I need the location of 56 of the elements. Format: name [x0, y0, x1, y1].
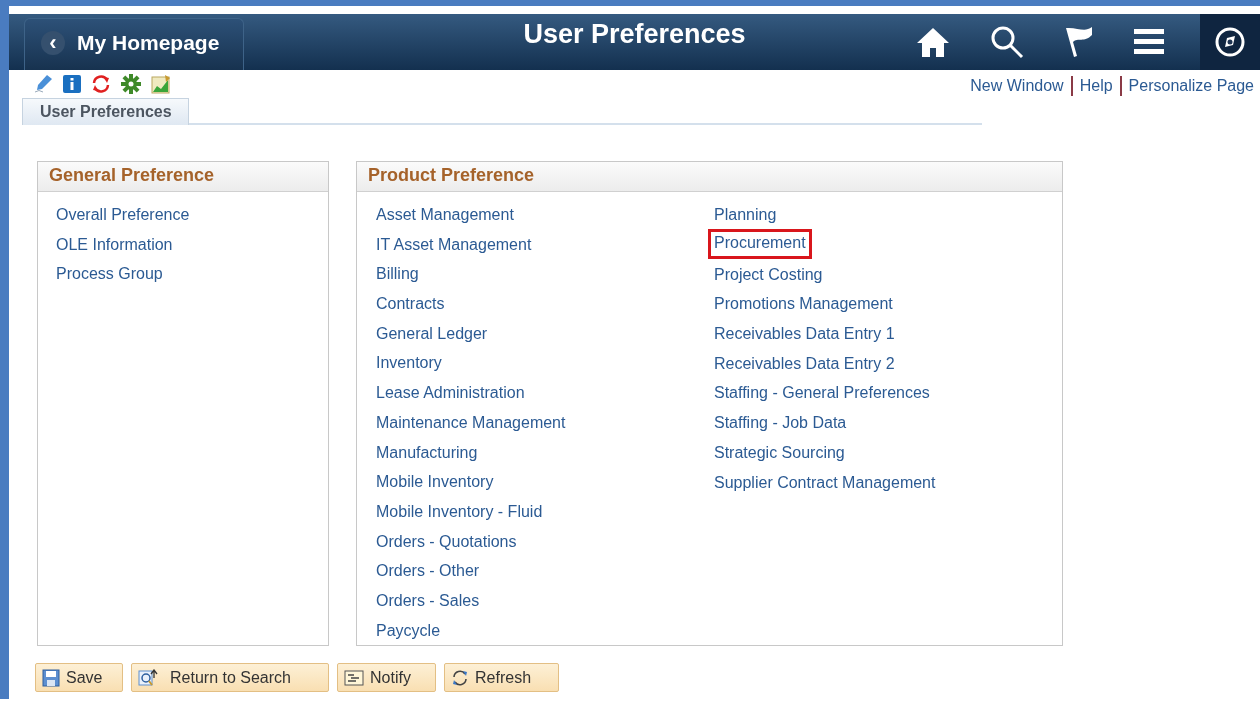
preference-link[interactable]: Procurement	[708, 228, 812, 259]
compass-icon[interactable]	[1214, 26, 1246, 58]
page-link[interactable]: New Window	[970, 77, 1064, 95]
page-link[interactable]: Personalize Page	[1128, 77, 1254, 95]
preference-link[interactable]: Strategic Sourcing	[708, 438, 851, 469]
return-button[interactable]: Return to Search	[131, 663, 329, 692]
preference-link[interactable]: Supplier Contract Management	[708, 468, 942, 499]
preference-link[interactable]: Billing	[370, 260, 425, 291]
tab[interactable]: User Preferences	[22, 98, 189, 125]
preference-link[interactable]: Asset Management	[370, 201, 520, 231]
panel-title: Product Preference	[357, 162, 1062, 192]
preference-link[interactable]: Overall Preference	[50, 201, 196, 231]
preference-link[interactable]: Receivables Data Entry 1	[708, 320, 901, 350]
preference-link[interactable]: Receivables Data Entry 2	[708, 349, 901, 380]
refresh-icon	[451, 668, 469, 687]
save-icon	[42, 668, 60, 687]
preference-link[interactable]: General Ledger	[370, 319, 494, 350]
preference-link[interactable]: Maintenance Management	[370, 408, 572, 439]
preference-link[interactable]: Planning	[708, 201, 783, 231]
preference-link[interactable]: Staffing - Job Data	[708, 409, 853, 439]
refresh-icon[interactable]	[91, 74, 111, 94]
back-button[interactable]: ‹ My Homepage	[24, 18, 244, 70]
home-icon[interactable]	[916, 26, 950, 58]
compass-button[interactable]	[1200, 14, 1260, 70]
notify-button[interactable]: Notify	[337, 663, 436, 692]
page-link[interactable]: Help	[1079, 77, 1113, 95]
refresh-button[interactable]: Refresh	[444, 663, 559, 692]
preference-link[interactable]: Paycycle	[370, 616, 447, 647]
gear-icon[interactable]	[121, 74, 141, 94]
preference-link[interactable]: IT Asset Management	[370, 230, 538, 261]
panel-title: General Preference	[38, 162, 328, 192]
preference-link[interactable]: Process Group	[50, 260, 169, 291]
preference-link[interactable]: OLE Information	[50, 230, 179, 261]
preference-link[interactable]: Mobile Inventory - Fluid	[370, 497, 549, 528]
preference-link[interactable]: Promotions Management	[708, 290, 899, 321]
preference-link[interactable]: Contracts	[370, 290, 451, 320]
search-icon	[138, 668, 158, 687]
pencil-icon[interactable]	[33, 74, 53, 94]
flag-icon[interactable]	[1064, 25, 1094, 59]
menu-icon[interactable]	[1134, 28, 1164, 56]
preference-link[interactable]: Orders - Other	[370, 557, 486, 587]
preference-link[interactable]: Lease Administration	[370, 379, 531, 409]
preference-link[interactable]: Inventory	[370, 349, 448, 380]
preference-link[interactable]: Project Costing	[708, 260, 829, 291]
preference-link[interactable]: Mobile Inventory	[370, 468, 500, 498]
preference-link[interactable]: Orders - Quotations	[370, 527, 523, 558]
chevron-left-icon: ‹	[41, 31, 65, 55]
preference-link[interactable]: Orders - Sales	[370, 586, 486, 617]
preference-link[interactable]: Staffing - General Preferences	[708, 379, 936, 410]
note-icon	[344, 669, 364, 686]
preference-link[interactable]: Manufacturing	[370, 438, 484, 469]
info-icon[interactable]	[63, 75, 81, 93]
chart-icon[interactable]	[151, 74, 171, 94]
save-button[interactable]: Save	[35, 663, 123, 692]
search-icon[interactable]	[990, 25, 1024, 59]
page-title: User Preferences	[523, 19, 746, 50]
